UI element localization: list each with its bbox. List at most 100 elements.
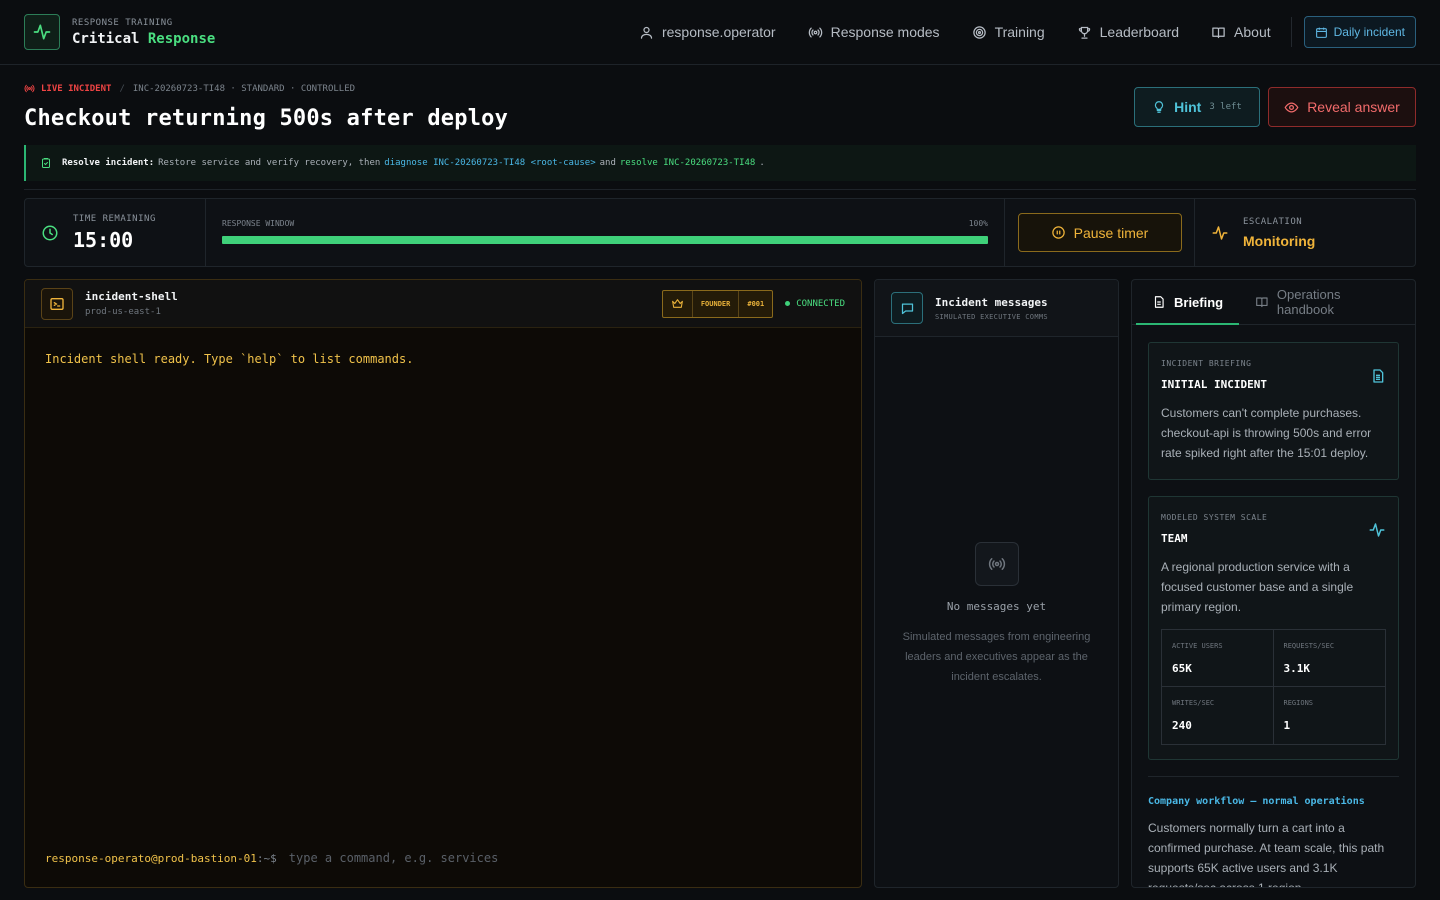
stat-value: 3.1K [1283,662,1311,675]
stat-writes-sec: WRITES/SEC 240 [1162,687,1274,744]
incident-briefing-card: INCIDENT BRIEFING INITIAL INCIDENT Custo… [1148,342,1399,480]
stat-regions: REGIONS 1 [1274,687,1386,744]
escalation-label: ESCALATION [1243,216,1303,227]
page-title: Checkout returning 500s after deploy [24,106,509,131]
broadcast-icon [974,542,1019,586]
messages-subtitle: SIMULATED EXECUTIVE COMMS [935,312,1048,321]
hint-label: Hint [1174,99,1202,115]
stat-value: 65K [1172,662,1192,675]
tab-label: Operations handbook [1276,287,1341,317]
book-icon [1212,27,1225,38]
lightbulb-icon [1155,101,1164,113]
nav-item-response-modes[interactable]: Response modes [808,24,940,40]
briefing-panel: Briefing Operations handbook INCIDENT BR… [1131,279,1416,888]
escalation: ESCALATION Monitoring [1195,199,1415,266]
shell-command-input[interactable] [288,851,789,865]
response-window-progress-fill [222,236,988,244]
nav-item-label: About [1234,24,1271,40]
empty-description: Simulated messages from engineering lead… [902,631,1091,683]
pause-timer-label: Pause timer [1073,224,1149,241]
stat-value: 240 [1172,719,1192,732]
timer-bar: TIME REMAINING 15:00 RESPONSE WINDOW 100… [24,198,1416,267]
brand-name-main: Critical [72,30,140,47]
nav-item-training[interactable]: Training [972,24,1045,40]
eye-icon [1284,101,1299,113]
briefing-text: Customers can't complete purchases. chec… [1161,406,1372,460]
empty-title: No messages yet [946,600,1047,613]
workflow-title: Company workflow — normal operations [1148,796,1365,807]
stat-value: 1 [1283,719,1291,732]
response-window: RESPONSE WINDOW 100% [206,199,1005,266]
objective-end: . [759,158,765,168]
objective-resolve-command: resolve INC-20260723-TI48 [619,158,756,168]
messages-empty-state: No messages yet Simulated messages from … [875,542,1118,687]
hint-button[interactable]: Hint 3 left [1134,87,1260,127]
workflow-text: Customers normally turn a cart into a co… [1148,821,1385,888]
incident-shell-panel: incident-shell prod-us-east-1 FOUNDER #0… [24,279,862,888]
nav-item-operator[interactable]: response.operator [639,24,776,40]
clock-icon [42,225,58,240]
activity-icon [1212,225,1228,240]
clipboard-check-icon [42,158,50,168]
nav-item-about[interactable]: About [1211,24,1271,40]
founder-id: #001 [747,299,765,308]
objective-and: and [599,158,616,168]
brand-kicker: RESPONSE TRAINING [72,17,173,28]
scale-kicker: MODELED SYSTEM SCALE [1161,513,1268,522]
stat-label: WRITES/SEC [1172,699,1215,707]
brand-name-accent: Response [147,30,216,47]
top-bar: RESPONSE TRAINING Critical Response resp… [0,0,1440,65]
breadcrumb-separator: / [119,83,125,94]
objective-banner: Resolve incident: Restore service and ve… [24,145,1416,181]
founder-badge: FOUNDER #001 [661,289,774,318]
stat-label: ACTIVE USERS [1172,642,1223,650]
user-icon [640,26,653,39]
time-remaining: TIME REMAINING 15:00 [25,199,206,266]
shell-subtitle: prod-us-east-1 [85,307,161,317]
broadcast-icon [808,27,822,37]
nav-divider [1290,17,1292,47]
briefing-heading: INITIAL INCIDENT [1161,378,1267,391]
shell-output: Incident shell ready. Type `help` to lis… [45,352,414,366]
hint-remaining: 3 left [1209,102,1242,112]
document-icon [1154,296,1164,308]
tab-briefing[interactable]: Briefing [1136,280,1240,325]
daily-incident-button[interactable]: Daily incident [1303,16,1416,48]
document-icon [1373,369,1384,383]
nav-item-label: Response modes [830,24,940,40]
prompt-path: :~$ [256,851,277,865]
scale-heading: TEAM [1161,532,1188,545]
objective-label: Resolve incident: [62,158,155,168]
book-icon [1256,297,1268,308]
nav-item-label: Leaderboard [1099,24,1180,40]
brand[interactable]: RESPONSE TRAINING Critical Response [72,18,215,47]
live-incident-label: LIVE INCIDENT [41,83,112,94]
shell-header: incident-shell prod-us-east-1 FOUNDER #0… [25,280,861,328]
connection-status-label: CONNECTED [796,298,845,309]
tab-operations-handbook[interactable]: Operations handbook [1239,280,1415,325]
response-window-label: RESPONSE WINDOW [222,219,295,228]
divider [1148,776,1399,777]
activity-icon [1369,523,1385,537]
reveal-answer-button[interactable]: Reveal answer [1268,87,1416,127]
stat-requests-sec: REQUESTS/SEC 3.1K [1273,630,1385,687]
stat-label: REGIONS [1283,699,1314,707]
nav-item-leaderboard[interactable]: Leaderboard [1077,24,1179,40]
divider [24,189,1416,190]
pause-timer-button[interactable]: Pause timer [1017,213,1182,252]
tab-label: Briefing [1174,294,1224,310]
nav-item-label: Training [994,24,1045,40]
pulse-logo-icon[interactable] [24,14,60,50]
time-remaining-label: TIME REMAINING [73,213,156,224]
response-window-percent: 100% [968,219,988,228]
breadcrumb: LIVE INCIDENT / INC-20260723-TI48 · STAN… [24,83,355,94]
broadcast-icon [24,84,35,93]
incident-meta: INC-20260723-TI48 · STANDARD · CONTROLLE… [132,83,356,94]
system-scale-card: MODELED SYSTEM SCALE TEAM A regional pro… [1148,496,1399,760]
daily-incident-label: Daily incident [1333,25,1405,39]
scale-text: A regional production service with a foc… [1161,560,1354,614]
escalation-value: Monitoring [1243,232,1316,249]
objective-diagnose-command: diagnose INC-20260723-TI48 <root-cause> [384,158,596,168]
side-tabs: Briefing Operations handbook [1132,280,1415,325]
target-icon [972,25,986,39]
